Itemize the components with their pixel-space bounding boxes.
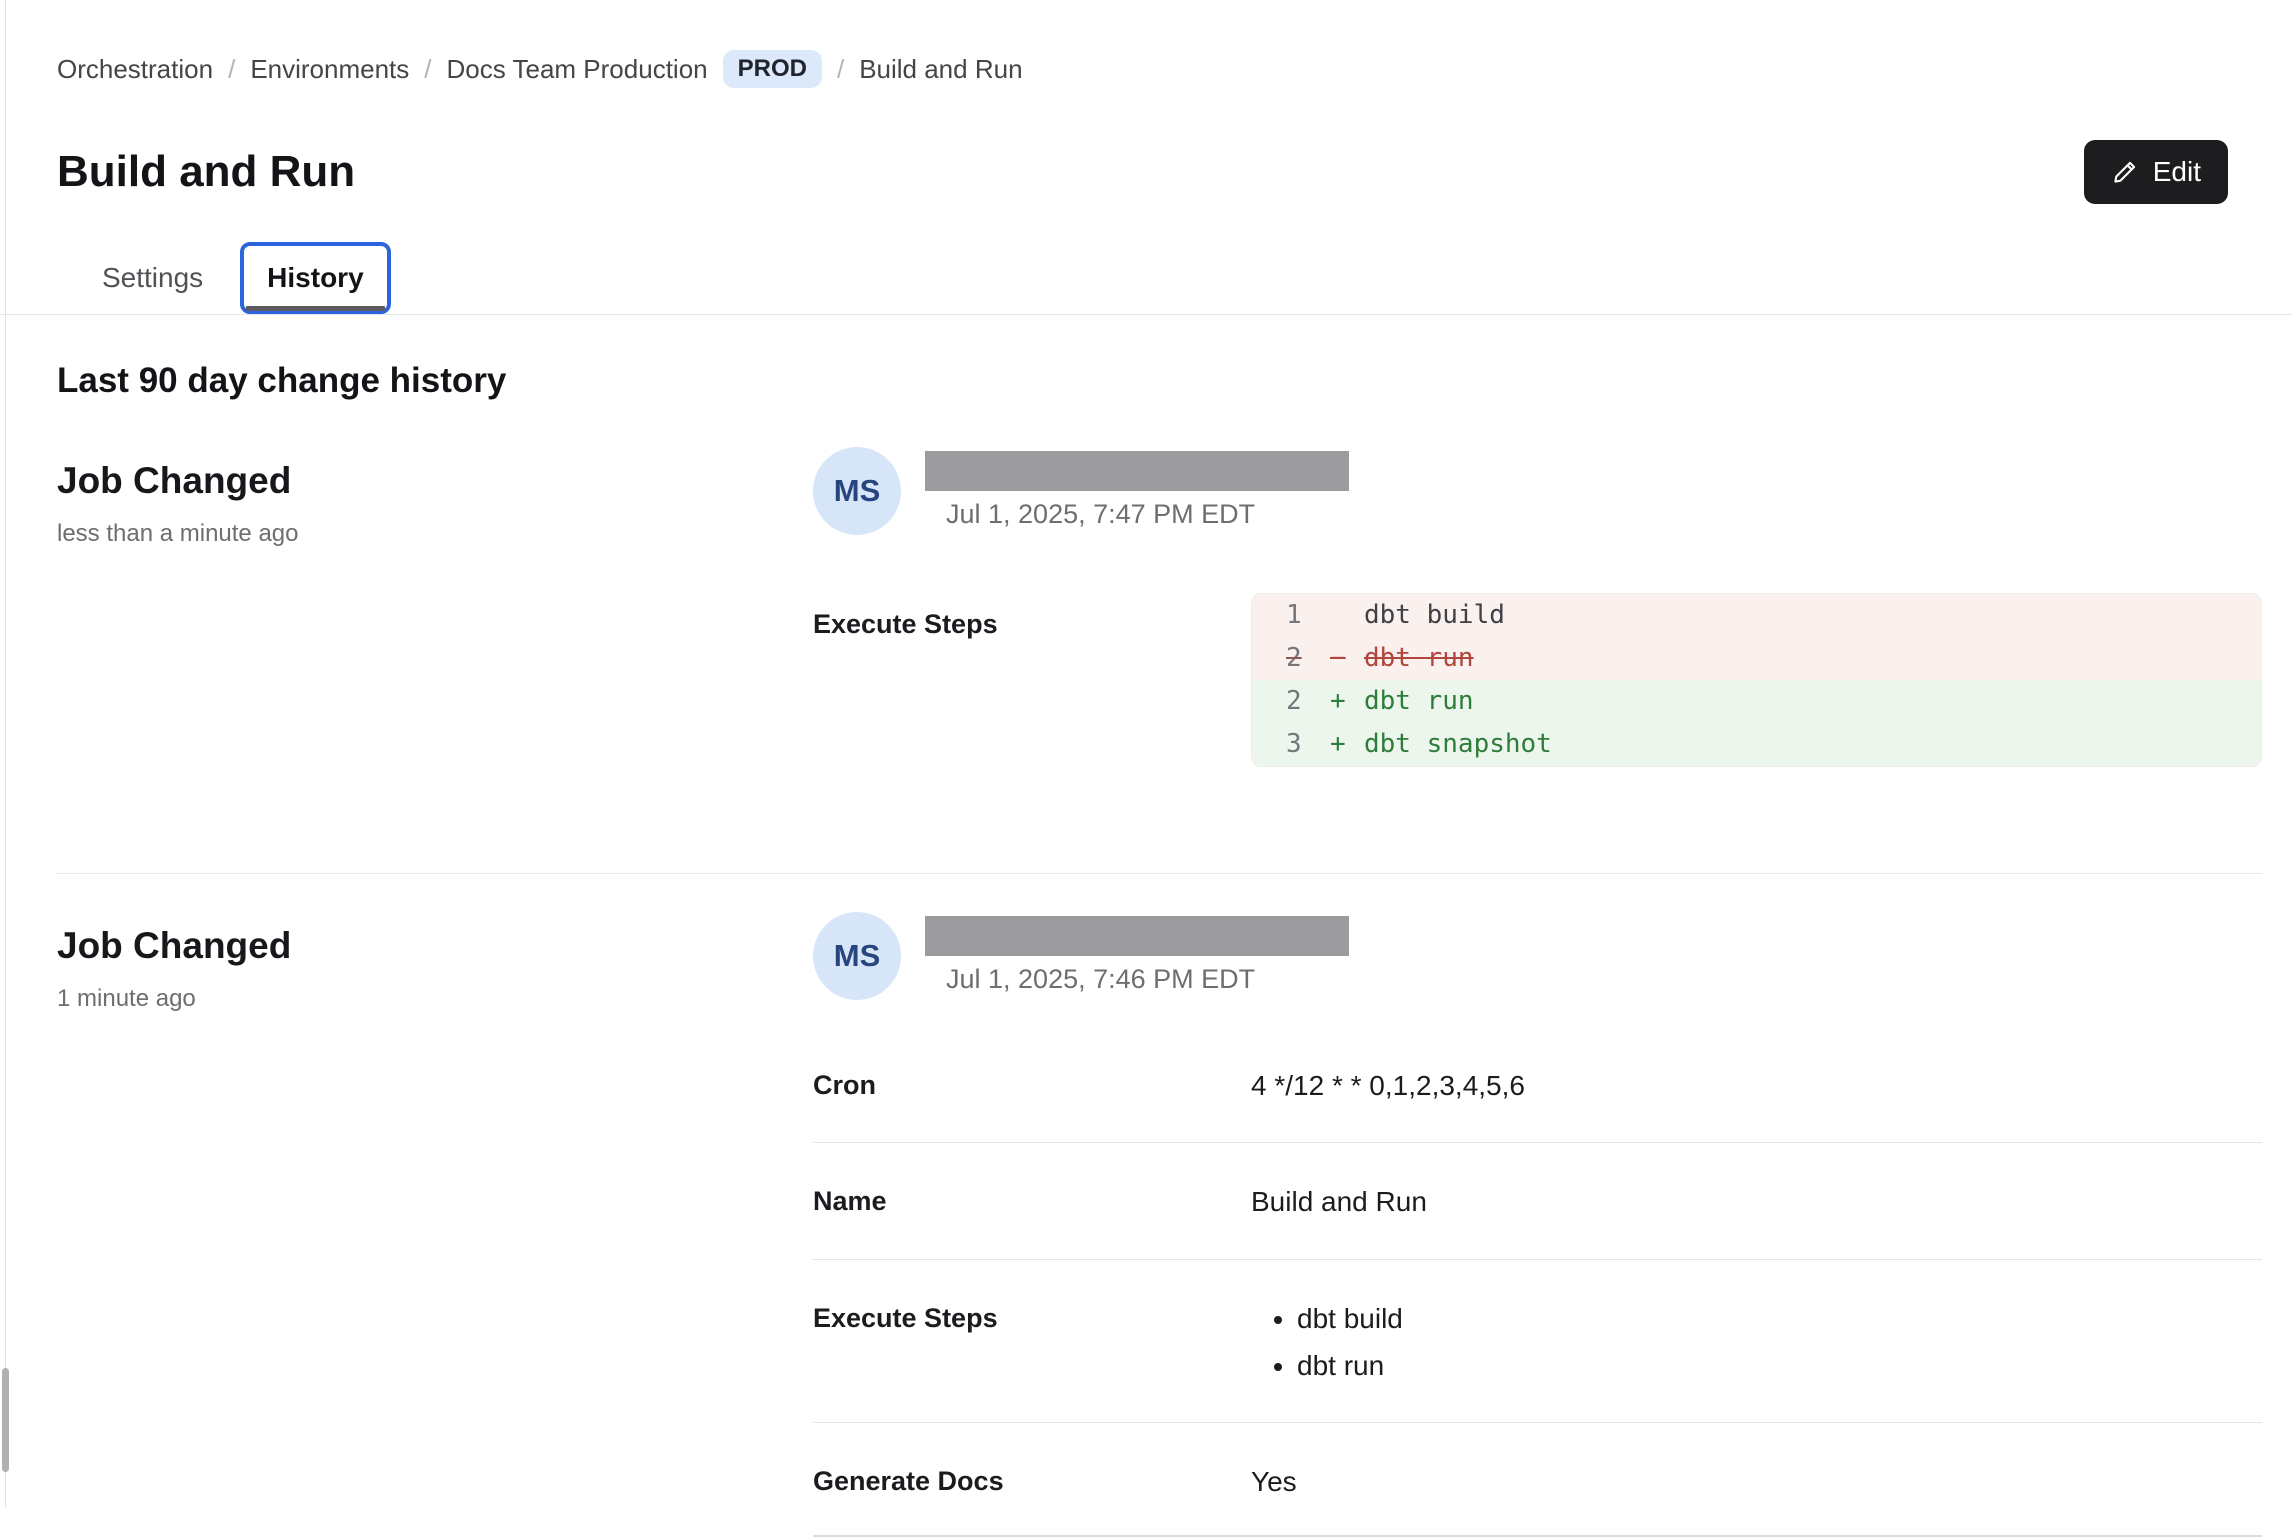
- detail-value: Build and Run: [1251, 1186, 1427, 1218]
- detail-label: Name: [813, 1186, 1251, 1217]
- breadcrumb-item-orchestration[interactable]: Orchestration: [57, 54, 213, 85]
- diff-marker: −: [1330, 637, 1364, 680]
- breadcrumb-item-docs-team-production[interactable]: Docs Team Production: [447, 54, 708, 85]
- page: Orchestration / Environments / Docs Team…: [0, 0, 2292, 314]
- detail-row-execute-steps: Execute Steps dbt build dbt run: [813, 1260, 2262, 1423]
- diff-line-number: 2: [1286, 680, 1330, 723]
- page-title: Build and Run: [57, 148, 355, 196]
- breadcrumb-separator: /: [424, 54, 431, 85]
- pencil-icon: [2111, 158, 2139, 186]
- event-title: Job Changed: [57, 459, 813, 503]
- environment-badge-prod: PROD: [723, 50, 822, 88]
- detail-row-generate-docs: Generate Docs Yes: [813, 1423, 2262, 1537]
- detail-label: Cron: [813, 1070, 1251, 1101]
- diff-line-number: 3: [1286, 723, 1330, 766]
- edit-button[interactable]: Edit: [2084, 140, 2228, 204]
- detail-value: 4 */12 * * 0,1,2,3,4,5,6: [1251, 1070, 1525, 1102]
- change-row-execute-steps: Execute Steps 1 dbt build 2 − dbt run 2: [813, 593, 2262, 767]
- diff-line-removed: 2 − dbt run: [1252, 637, 2261, 680]
- diff-line-added: 2 + dbt run: [1252, 680, 2261, 723]
- execute-steps-list: dbt build dbt run: [1251, 1303, 1403, 1382]
- history-entry: Job Changed 1 minute ago MS Jul 1, 2025,…: [57, 912, 2262, 1537]
- list-item: dbt run: [1297, 1350, 1403, 1382]
- breadcrumb-separator: /: [837, 54, 844, 85]
- diff-line: 1 dbt build: [1252, 594, 2261, 637]
- diff-line-number: 1: [1286, 594, 1330, 637]
- breadcrumb: Orchestration / Environments / Docs Team…: [57, 0, 2262, 88]
- diff-line-added: 3 + dbt snapshot: [1252, 723, 2261, 766]
- event-title: Job Changed: [57, 924, 813, 968]
- breadcrumb-item-build-and-run: Build and Run: [859, 54, 1022, 85]
- user-avatar: MS: [813, 447, 901, 535]
- scrollbar-thumb[interactable]: [2, 1368, 9, 1472]
- tab-settings[interactable]: Settings: [75, 242, 230, 314]
- content-left-border: [5, 0, 6, 1508]
- detail-row-cron: Cron 4 */12 * * 0,1,2,3,4,5,6: [813, 1070, 2262, 1143]
- page-header: Build and Run Edit: [57, 140, 2262, 204]
- diff-marker: [1330, 594, 1364, 637]
- breadcrumb-item-environments[interactable]: Environments: [250, 54, 409, 85]
- event-relative-time: less than a minute ago: [57, 520, 813, 548]
- tab-bar-divider: [0, 314, 2292, 315]
- avatar-initials: MS: [834, 938, 881, 974]
- edit-button-label: Edit: [2153, 156, 2201, 188]
- event-timestamp: Jul 1, 2025, 7:46 PM EDT: [925, 964, 1349, 995]
- change-label: Execute Steps: [813, 593, 1251, 640]
- redacted-user-name: [925, 451, 1349, 491]
- detail-label: Generate Docs: [813, 1466, 1251, 1497]
- tab-bar: Settings History: [57, 242, 2262, 314]
- detail-row-name: Name Build and Run: [813, 1143, 2262, 1259]
- entry-summary: Job Changed less than a minute ago: [57, 447, 813, 547]
- diff-marker: +: [1330, 723, 1364, 766]
- tab-history[interactable]: History: [240, 242, 390, 314]
- entry-divider: [57, 873, 2262, 874]
- user-avatar: MS: [813, 912, 901, 1000]
- diff-code: dbt run: [1364, 637, 1474, 680]
- list-item: dbt build: [1297, 1303, 1403, 1335]
- redacted-user-name: [925, 916, 1349, 956]
- detail-label: Execute Steps: [813, 1303, 1251, 1334]
- section-title: Last 90 day change history: [57, 361, 2262, 401]
- diff-code: dbt build: [1364, 594, 1505, 637]
- event-relative-time: 1 minute ago: [57, 985, 813, 1013]
- detail-value: Yes: [1251, 1466, 1297, 1498]
- event-user-row: MS Jul 1, 2025, 7:47 PM EDT: [813, 447, 2262, 535]
- diff-code: dbt run: [1364, 680, 1474, 723]
- change-detail-rows: Cron 4 */12 * * 0,1,2,3,4,5,6 Name Build…: [813, 1070, 2262, 1537]
- diff-line-number: 2: [1286, 637, 1330, 680]
- execute-steps-diff: 1 dbt build 2 − dbt run 2 + dbt run: [1251, 593, 2262, 767]
- event-timestamp: Jul 1, 2025, 7:47 PM EDT: [925, 499, 1349, 530]
- breadcrumb-separator: /: [228, 54, 235, 85]
- history-entry: Job Changed less than a minute ago MS Ju…: [57, 447, 2262, 767]
- diff-marker: +: [1330, 680, 1364, 723]
- diff-code: dbt snapshot: [1364, 723, 1552, 766]
- avatar-initials: MS: [834, 473, 881, 509]
- event-user-row: MS Jul 1, 2025, 7:46 PM EDT: [813, 912, 2262, 1000]
- entry-summary: Job Changed 1 minute ago: [57, 912, 813, 1012]
